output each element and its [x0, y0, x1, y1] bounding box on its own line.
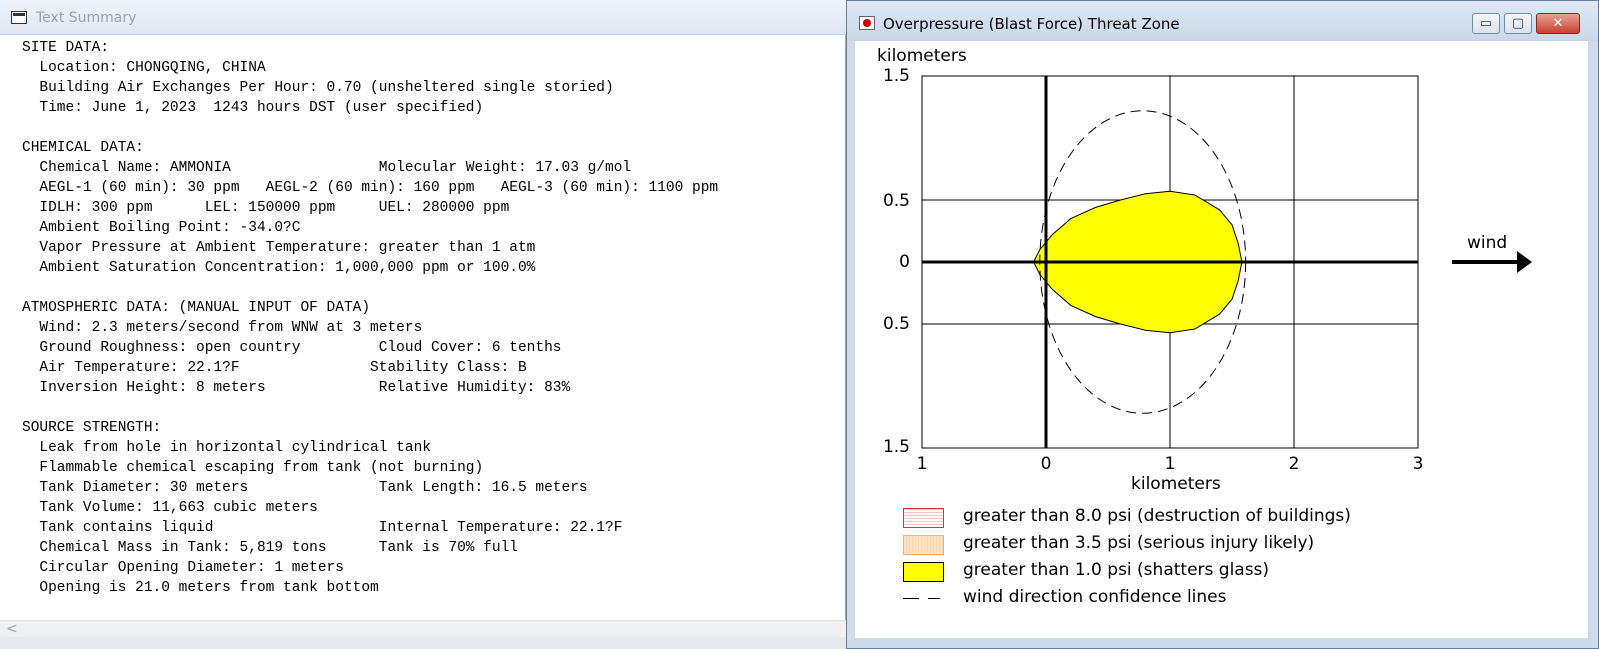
window-app-icon[interactable] [11, 11, 27, 24]
minimize-button[interactable]: ▭ [1472, 13, 1500, 34]
y-tick-label: 0 [899, 252, 910, 272]
summary-text: SITE DATA: Location: CHONGQING, CHINA Bu… [22, 40, 719, 596]
minimize-icon: ▭ [1479, 16, 1493, 31]
text-summary-title-bar[interactable]: Text Summary [0, 0, 846, 35]
legend-label: greater than 1.0 psi (shatters glass) [963, 560, 1270, 580]
legend-label: wind direction confidence lines [963, 587, 1227, 607]
close-icon: ✕ [1552, 16, 1564, 31]
y-tick-label: 0.5 [883, 314, 910, 334]
legend-swatch-dashed [903, 587, 944, 607]
x-axis-title: kilometers [1131, 474, 1221, 494]
threat-zone-window: Overpressure (Blast Force) Threat Zone ▭… [846, 0, 1599, 649]
threat-zone-plot-area: kilometers kilometers 1.5 0.5 0 0.5 1.5 … [855, 41, 1588, 638]
wind-arrow-icon [1517, 251, 1532, 273]
window-app-icon[interactable] [859, 16, 875, 30]
wind-indicator: wind [1452, 233, 1532, 273]
y-tick-label: 1.5 [883, 66, 910, 86]
threat-zone-title-bar[interactable]: Overpressure (Blast Force) Threat Zone ▭… [847, 1, 1598, 41]
window-frame-bottom [0, 637, 846, 649]
x-tick-label: 3 [1413, 454, 1424, 474]
close-button[interactable]: ✕ [1536, 13, 1580, 34]
y-axis-title: kilometers [877, 46, 967, 66]
maximize-button[interactable]: ▢ [1504, 13, 1532, 34]
x-tick-label: 2 [1289, 454, 1300, 474]
y-tick-label: 1.5 [883, 437, 910, 457]
legend-swatch-red [903, 508, 944, 528]
y-tick-label: 0.5 [883, 191, 910, 211]
x-tick-label: 0 [1041, 454, 1052, 474]
wind-label: wind [1467, 233, 1507, 253]
legend-swatch-orange [903, 535, 944, 555]
legend-swatch-yellow [903, 562, 944, 582]
text-summary-window: Text Summary SITE DATA: Location: CHONGQ… [0, 0, 846, 649]
legend-label: greater than 8.0 psi (destruction of bui… [963, 506, 1351, 526]
legend-label: greater than 3.5 psi (serious injury lik… [963, 533, 1315, 553]
x-tick-label: 1 [917, 454, 928, 474]
text-summary-title: Text Summary [36, 10, 137, 26]
x-tick-label: 1 [1165, 454, 1176, 474]
maximize-icon: ▢ [1511, 16, 1525, 31]
scroll-left-icon[interactable]: < [6, 621, 18, 637]
text-summary-content: SITE DATA: Location: CHONGQING, CHINA Bu… [0, 36, 845, 616]
threat-zone-title: Overpressure (Blast Force) Threat Zone [883, 15, 1180, 33]
horizontal-scrollbar[interactable]: < [0, 620, 846, 638]
